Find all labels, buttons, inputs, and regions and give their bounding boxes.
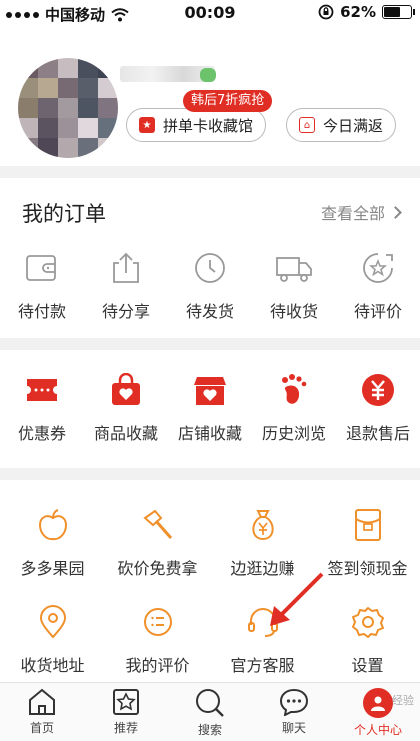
card-icon: ★ [139, 117, 155, 133]
card-collection-label: 拼单卡收藏馆 [163, 116, 254, 135]
order-pending-ship-label: 待发货 [185, 302, 234, 321]
order-pending-receive-label: 待收货 [269, 302, 318, 321]
home-icon [29, 688, 55, 715]
wallet-icon [25, 248, 59, 288]
recommend-icon [113, 689, 139, 715]
order-pending-payment-label: 待付款 [17, 302, 66, 321]
services-row-2: 收货地址 我的评价 官方客服 设置 [0, 602, 420, 676]
location-icon [38, 602, 68, 642]
favorite-items-link[interactable]: 商品收藏 [84, 370, 168, 444]
order-pending-ship[interactable]: 待发货 [168, 248, 252, 322]
axe-icon [141, 505, 175, 545]
coupons-label: 优惠券 [17, 424, 66, 443]
tab-recommend-label: 推荐 [113, 721, 138, 735]
history-link[interactable]: 历史浏览 [252, 370, 336, 444]
shop-heart-icon [193, 370, 227, 410]
tab-chat[interactable]: 聊天 [252, 683, 336, 741]
card-collection-button[interactable]: ★ 拼单卡收藏馆 [126, 108, 267, 142]
money-bag-icon [246, 505, 280, 545]
order-status-row: 待付款 待分享 待发货 待收货 待评价 [0, 248, 420, 322]
bottom-tab-bar: 首页 推荐 搜索 聊天 个人中心 [0, 682, 420, 741]
coupon-icon [24, 370, 60, 410]
member-badge-icon [200, 68, 216, 82]
watermark: 经验 [392, 694, 414, 707]
order-pending-review[interactable]: 待评价 [336, 248, 420, 322]
truck-icon [275, 248, 313, 288]
tab-search-label: 搜索 [197, 723, 222, 737]
checkin-cash-link[interactable]: 签到领现金 [315, 505, 420, 579]
tab-search[interactable]: 搜索 [168, 683, 252, 741]
settings-label: 设置 [351, 656, 384, 675]
order-pending-share-label: 待分享 [101, 302, 150, 321]
annotation-arrow-icon [270, 572, 324, 626]
gift-box-icon: ⌂ [299, 117, 315, 133]
orders-header: 我的订单 查看全部 [0, 178, 420, 238]
refund-label: 退款售后 [345, 424, 410, 443]
divider [0, 468, 420, 480]
order-pending-receive[interactable]: 待收货 [252, 248, 336, 322]
tab-home-label: 首页 [29, 721, 54, 735]
search-icon [196, 689, 224, 717]
rotation-lock-icon [318, 4, 334, 20]
my-reviews-link[interactable]: 我的评价 [105, 602, 210, 676]
orders-title: 我的订单 [22, 202, 106, 226]
bag-heart-icon [110, 370, 142, 410]
apple-icon [37, 505, 69, 545]
tab-profile-label: 个人中心 [353, 723, 402, 737]
review-icon [361, 248, 395, 288]
share-icon [109, 248, 143, 288]
orchard-label: 多多果园 [20, 559, 85, 578]
divider [0, 166, 420, 178]
refund-icon [361, 370, 395, 410]
address-label: 收货地址 [20, 656, 85, 675]
my-reviews-label: 我的评价 [125, 656, 190, 675]
profile-header: ★ 拼单卡收藏馆 ⌂ 今日满返 韩后7折疯抢 [0, 28, 420, 166]
view-all-orders-link[interactable]: 查看全部 [320, 200, 402, 224]
tab-home[interactable]: 首页 [0, 683, 84, 741]
quick-links-row: 优惠券 商品收藏 店铺收藏 历史浏览 退款售后 [0, 370, 420, 444]
favorite-shops-link[interactable]: 店铺收藏 [168, 370, 252, 444]
browse-earn-link[interactable]: 边逛边赚 [210, 505, 315, 579]
customer-service-label: 官方客服 [230, 656, 295, 675]
avatar[interactable] [18, 58, 118, 158]
address-link[interactable]: 收货地址 [0, 602, 105, 676]
promo-tag[interactable]: 韩后7折疯抢 [183, 90, 273, 112]
coupons-link[interactable]: 优惠券 [0, 370, 84, 444]
gear-icon [351, 602, 385, 642]
tab-chat-label: 聊天 [281, 721, 306, 735]
footprint-icon [277, 370, 311, 410]
refund-link[interactable]: 退款售后 [336, 370, 420, 444]
history-label: 历史浏览 [261, 424, 326, 443]
bargain-link[interactable]: 砍价免费拿 [105, 505, 210, 579]
battery-percent: 62% [340, 3, 376, 21]
profile-icon [363, 688, 393, 718]
orchard-link[interactable]: 多多果园 [0, 505, 105, 579]
favorite-shops-label: 店铺收藏 [177, 424, 242, 443]
daily-rebate-button[interactable]: ⌂ 今日满返 [286, 108, 397, 142]
checkin-cash-label: 签到领现金 [327, 559, 408, 578]
red-envelope-icon [353, 505, 383, 545]
order-pending-share[interactable]: 待分享 [84, 248, 168, 322]
battery-icon [382, 5, 415, 19]
status-bar: 中国移动 00:09 62% [0, 0, 420, 28]
divider [0, 338, 420, 350]
order-pending-payment[interactable]: 待付款 [0, 248, 84, 322]
chat-icon [279, 688, 309, 716]
settings-link[interactable]: 设置 [315, 602, 420, 676]
comment-icon [142, 602, 174, 642]
chevron-right-icon [389, 205, 402, 219]
tab-recommend[interactable]: 推荐 [84, 683, 168, 741]
bargain-label: 砍价免费拿 [117, 559, 198, 578]
view-all-label: 查看全部 [320, 204, 385, 223]
order-pending-review-label: 待评价 [353, 302, 402, 321]
daily-rebate-label: 今日满返 [323, 116, 384, 135]
services-row-1: 多多果园 砍价免费拿 边逛边赚 签到领现金 [0, 505, 420, 579]
clock-icon [193, 248, 227, 288]
favorite-items-label: 商品收藏 [93, 424, 158, 443]
